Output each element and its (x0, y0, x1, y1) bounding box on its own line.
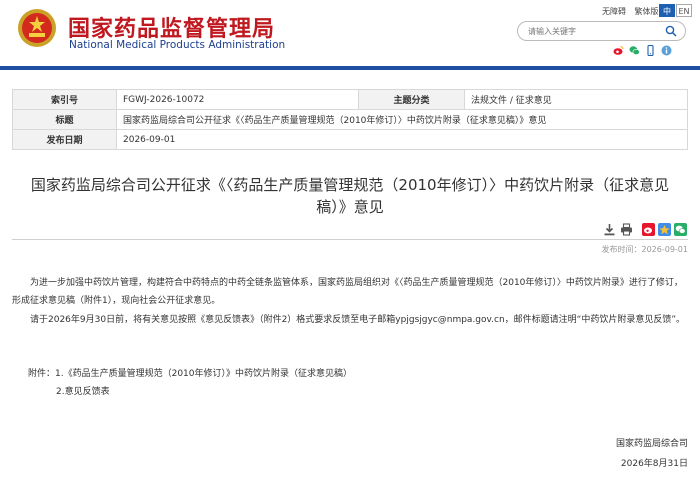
date-label: 发布日期 (12, 129, 117, 150)
attachment-link-2[interactable]: 2.意见反馈表 (56, 383, 110, 401)
share-weibo-icon[interactable] (642, 223, 655, 236)
index-value: FGWJ-2026-10072 (116, 89, 359, 110)
info-icon[interactable] (661, 45, 672, 56)
traditional-chinese-link[interactable]: 繁体版 (635, 7, 659, 16)
title-divider (12, 239, 688, 240)
index-label: 索引号 (12, 89, 117, 110)
site-header: 国家药品监督管理局 National Medical Products Admi… (0, 0, 700, 62)
document-meta-table: 索引号 FGWJ-2026-10072 主题分类 法规文件 / 征求意见 标题 … (12, 89, 688, 150)
article-paragraph-1: 为进一步加强中药饮片管理，构建符合中药特点的中药全链条监管体系，国家药监局组织对… (12, 278, 683, 306)
date-value: 2026-09-01 (116, 129, 688, 150)
top-links: 无障碍 繁体版 (602, 6, 665, 17)
attachment-link-1[interactable]: 附件：1.《药品生产质量管理规范（2010年修订）》中药饮片附录（征求意见稿） (28, 365, 352, 383)
publish-time: 发布时间：2026-09-01 (601, 245, 689, 254)
share-qzone-icon[interactable] (658, 223, 671, 236)
signature-org: 国家药监局综合司 (615, 439, 688, 449)
topic-label: 主题分类 (358, 89, 465, 110)
header-divider (0, 66, 700, 70)
search-icon[interactable] (665, 25, 677, 37)
print-icon[interactable] (620, 223, 633, 236)
lang-en-button[interactable]: EN (676, 4, 692, 17)
mobile-icon[interactable] (645, 45, 656, 56)
site-title-en: National Medical Products Administration (69, 39, 286, 51)
national-emblem-icon (18, 9, 56, 47)
topic-value: 法规文件 / 征求意见 (464, 89, 688, 110)
search-input[interactable] (528, 24, 658, 38)
share-wechat-icon[interactable] (674, 223, 687, 236)
article-paragraph-2: 请于2026年9月30日前，将有关意见按照《意见反馈表》（附件2）格式要求反馈至… (12, 315, 685, 325)
title-value: 国家药监局综合司公开征求《〈药品生产质量管理规范（2010年修订）〉中药饮片附录… (116, 109, 688, 130)
article-title: 国家药监局综合司公开征求《〈药品生产质量管理规范（2010年修订）〉中药饮片附录… (30, 176, 670, 216)
download-icon[interactable] (603, 223, 616, 236)
weibo-icon[interactable] (613, 45, 624, 56)
wechat-icon[interactable] (629, 45, 640, 56)
lang-cn-button[interactable]: 中 (659, 4, 675, 17)
search-box (517, 21, 686, 41)
signature-date: 2026年8月31日 (620, 459, 688, 469)
accessibility-link[interactable]: 无障碍 (602, 7, 626, 16)
title-label: 标题 (12, 109, 117, 130)
